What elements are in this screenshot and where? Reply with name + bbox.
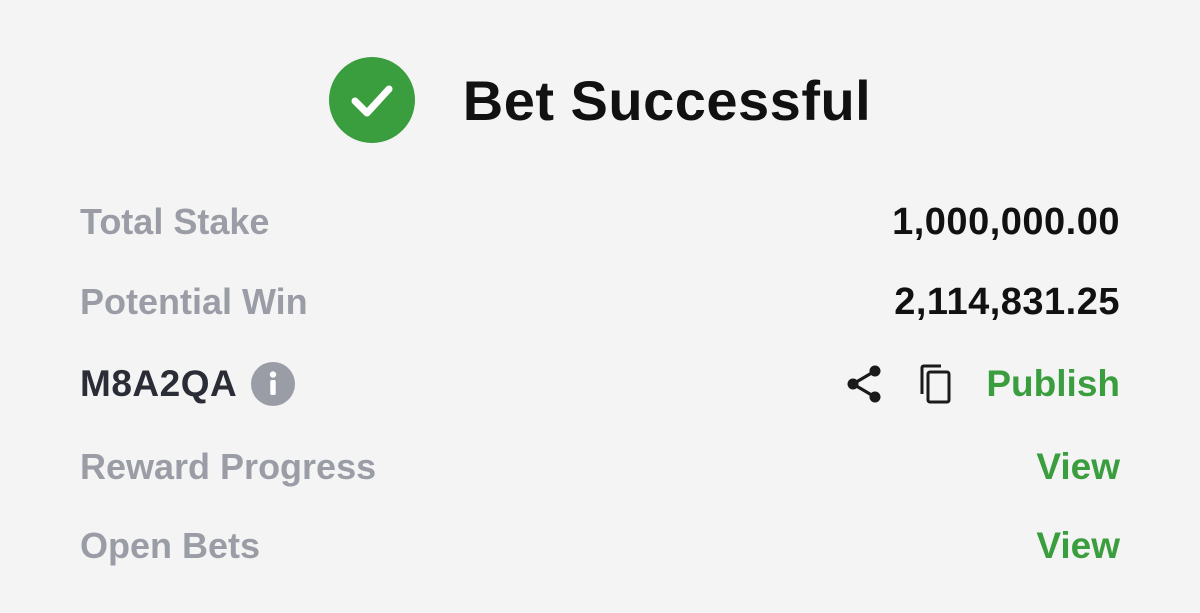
share-icon[interactable]	[842, 362, 886, 406]
open-bets-label: Open Bets	[80, 525, 261, 566]
potential-win-value: 2,114,831.25	[894, 280, 1120, 323]
reward-progress-row: Reward Progress View	[80, 437, 1120, 497]
copy-icon[interactable]	[914, 362, 958, 406]
info-icon[interactable]	[251, 362, 296, 406]
check-circle-icon	[328, 57, 415, 143]
booking-code-group: M8A2QA	[80, 362, 296, 406]
booking-actions: Publish	[842, 362, 1120, 406]
total-stake-row: Total Stake 1,000,000.00	[80, 192, 1120, 252]
booking-code: M8A2QA	[80, 363, 238, 404]
page-title: Bet Successful	[462, 68, 872, 132]
reward-progress-view-link[interactable]: View	[1036, 446, 1120, 488]
potential-win-label: Potential Win	[80, 281, 308, 322]
success-header: Bet Successful	[0, 55, 1200, 145]
reward-progress-label: Reward Progress	[80, 446, 377, 487]
booking-code-row: M8A2QA Publish	[80, 354, 1120, 414]
potential-win-row: Potential Win 2,114,831.25	[80, 272, 1120, 332]
total-stake-label: Total Stake	[80, 201, 270, 242]
total-stake-value: 1,000,000.00	[892, 200, 1120, 243]
open-bets-view-link[interactable]: View	[1036, 525, 1120, 567]
publish-button[interactable]: Publish	[986, 363, 1120, 405]
open-bets-row: Open Bets View	[80, 516, 1120, 576]
